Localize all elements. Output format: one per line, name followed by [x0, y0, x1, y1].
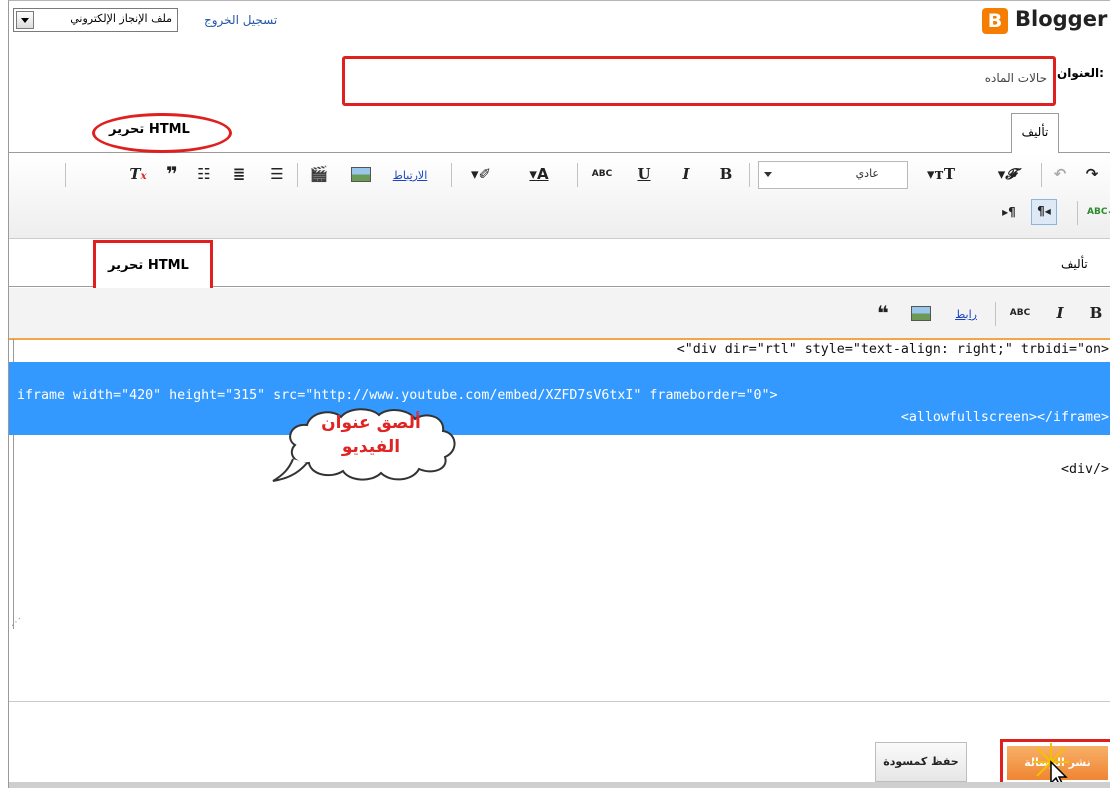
- link-button[interactable]: الارتباط: [384, 163, 436, 185]
- profile-select-value: ملف الإنجاز الإلكتروني: [70, 12, 172, 25]
- spellcheck-icon[interactable]: ABC✓: [1087, 201, 1110, 223]
- code-line-2: iframe width="420" height="315" src="htt…: [17, 388, 778, 403]
- paragraph-style-value: عادي: [855, 167, 879, 180]
- blogger-editor-window: ملف الإنجاز الإلكتروني تسجيل الخروج B Bl…: [8, 0, 1110, 788]
- rich-toolbar: ↷ ↶ ▾𝓕 ▾тT عادي B I U ABC ▾A ▾✐ الارتباط…: [9, 153, 1110, 239]
- blockquote-icon[interactable]: ❝: [871, 302, 895, 324]
- code-line-3: <allowfullscreen></iframe>: [900, 410, 1109, 425]
- title-input-value: حالات الماده: [984, 71, 1047, 85]
- blogger-logo-text: Blogger: [1015, 7, 1108, 31]
- italic-icon[interactable]: I: [675, 163, 697, 185]
- blogger-logo-icon: B: [982, 8, 1008, 34]
- inner-tab-edit-html[interactable]: تحرير HTML: [93, 240, 213, 291]
- font-family-icon[interactable]: ▾𝓕: [987, 163, 1027, 185]
- mouse-cursor-icon: [1033, 743, 1069, 786]
- bold-icon[interactable]: B: [715, 163, 737, 185]
- link-label: الارتباط: [392, 169, 428, 182]
- image-icon[interactable]: [909, 302, 933, 324]
- code-line-1[interactable]: <"div dir="rtl" style="text-align: right…: [677, 342, 1109, 357]
- strikethrough-icon[interactable]: ABC: [587, 163, 617, 185]
- numbered-list-icon[interactable]: ≣: [226, 163, 252, 185]
- blockquote-icon[interactable]: ❞: [159, 163, 185, 185]
- tab-compose[interactable]: تأليف: [1011, 113, 1059, 153]
- logout-link[interactable]: تسجيل الخروج: [204, 13, 277, 27]
- dropdown-arrow-icon[interactable]: [16, 11, 34, 29]
- align-icon[interactable]: ☰: [264, 163, 290, 185]
- bottom-scrollbar[interactable]: [9, 782, 1110, 788]
- inner-toolbar: B I ABC رابط ❝: [9, 288, 1110, 340]
- bulleted-list-icon[interactable]: ☷: [191, 163, 217, 185]
- annotation-line-2: الفيديو: [341, 437, 401, 457]
- highlight-ellipse: [92, 113, 232, 153]
- font-size-icon[interactable]: ▾тT: [921, 163, 961, 185]
- undo-icon[interactable]: ↶: [1049, 163, 1071, 185]
- profile-select[interactable]: ملف الإنجاز الإلكتروني: [13, 8, 178, 32]
- inner-tab-compose[interactable]: تأليف: [1061, 257, 1088, 271]
- highlight-icon[interactable]: ▾✐: [461, 163, 501, 185]
- inner-tab-edit-html-label: تحرير HTML: [108, 258, 189, 273]
- selected-code-block[interactable]: iframe width="420" height="315" src="htt…: [9, 362, 1110, 435]
- text-color-icon[interactable]: ▾A: [519, 163, 559, 185]
- rtl-icon[interactable]: ¶◂: [1031, 199, 1057, 225]
- bold-icon[interactable]: B: [1085, 302, 1107, 324]
- editor-bottom-border: [9, 701, 1110, 702]
- resize-grip-icon[interactable]: ⋰: [11, 617, 21, 628]
- title-label: العنوان:: [1057, 66, 1104, 80]
- strikethrough-icon[interactable]: ABC: [1005, 302, 1035, 324]
- remove-formatting-icon[interactable]: Tx: [125, 163, 151, 185]
- annotation-line-1: ألصق عنوان: [321, 413, 421, 433]
- chevron-down-icon[interactable]: [764, 172, 772, 177]
- title-input[interactable]: حالات الماده: [342, 56, 1056, 106]
- redo-icon[interactable]: ↷: [1081, 163, 1103, 185]
- save-draft-button[interactable]: حفظ كمسودة: [875, 742, 967, 782]
- annotation-cloud: ألصق عنوان الفيديو: [267, 405, 475, 485]
- link-label: رابط: [955, 308, 977, 321]
- paragraph-style-select[interactable]: عادي: [758, 161, 908, 189]
- code-line-4[interactable]: <div/>: [1061, 462, 1109, 477]
- image-icon[interactable]: [349, 163, 373, 185]
- italic-icon[interactable]: I: [1049, 302, 1071, 324]
- underline-icon[interactable]: U: [633, 163, 655, 185]
- video-icon[interactable]: 🎬: [307, 163, 331, 185]
- link-button[interactable]: رابط: [947, 302, 985, 324]
- ltr-icon[interactable]: ▸¶: [997, 201, 1021, 223]
